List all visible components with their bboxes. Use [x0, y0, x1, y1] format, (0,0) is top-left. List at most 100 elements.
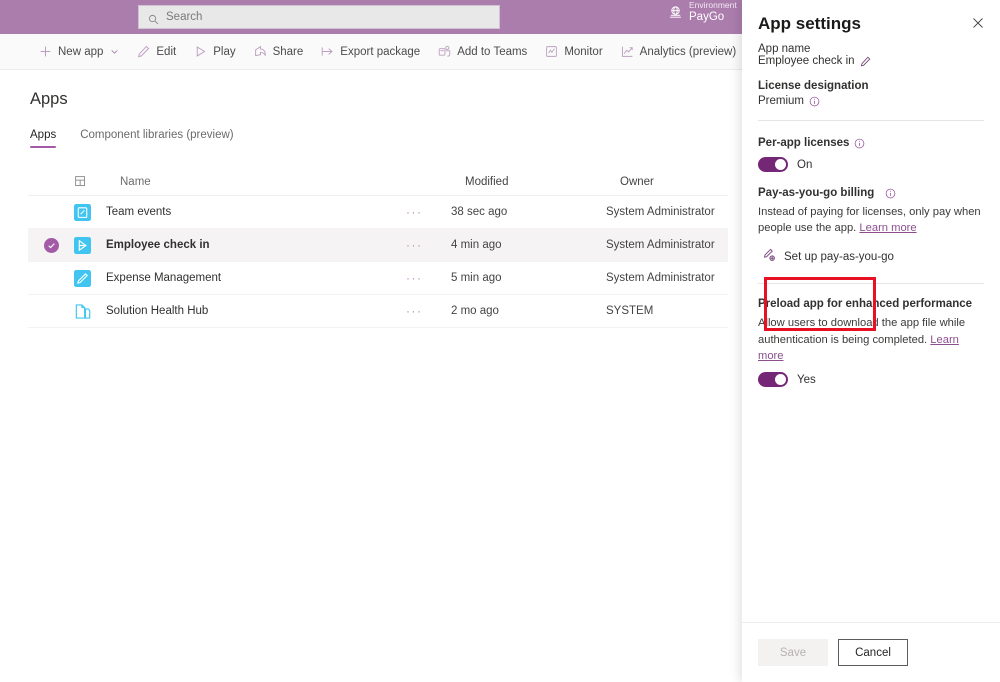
row-app-name[interactable]: Team events — [106, 206, 406, 218]
app-root: Search Environment PayGo New app — [0, 0, 1000, 682]
environment-name: PayGo — [689, 11, 737, 24]
info-icon[interactable] — [854, 138, 865, 149]
play-label: Play — [213, 46, 235, 58]
check-icon — [44, 238, 59, 253]
save-button[interactable]: Save — [758, 639, 828, 666]
edit-button[interactable]: Edit — [128, 34, 185, 70]
toggle-knob — [775, 374, 786, 385]
analytics-icon — [621, 45, 634, 58]
panel-title: App settings — [758, 14, 984, 34]
row-modified: 38 sec ago — [451, 206, 606, 218]
row-app-name[interactable]: Solution Health Hub — [106, 305, 406, 317]
table-row[interactable]: Expense Management ··· 5 min ago System … — [28, 262, 728, 295]
setup-pay-as-you-go-link[interactable]: Set up pay-as-you-go — [758, 248, 984, 265]
payg-label-row: Pay-as-you-go billing — [758, 187, 984, 199]
column-header-modified[interactable]: Modified — [465, 176, 620, 188]
setup-pay-as-you-go-label: Set up pay-as-you-go — [784, 251, 894, 263]
table-row[interactable]: Team events ··· 38 sec ago System Admini… — [28, 196, 728, 229]
app-icon-page — [74, 303, 106, 320]
preload-section: Preload app for enhanced performance All… — [758, 298, 984, 387]
preload-description-block: Allow users to download the app file whi… — [758, 315, 984, 364]
license-designation-value: Premium — [758, 95, 804, 107]
per-app-licenses-label-row: Per-app licenses — [758, 137, 984, 149]
row-more-actions[interactable]: ··· — [406, 238, 451, 252]
add-to-teams-button[interactable]: Add to Teams — [429, 34, 536, 70]
export-package-button[interactable]: Export package — [312, 34, 429, 70]
tab-component-libraries[interactable]: Component libraries (preview) — [80, 129, 233, 148]
export-package-label: Export package — [340, 46, 420, 58]
cancel-button[interactable]: Cancel — [838, 639, 908, 666]
license-designation-label: License designation — [758, 80, 984, 92]
app-name-label: App name — [758, 43, 984, 55]
monitor-icon — [545, 45, 558, 58]
play-icon — [194, 45, 207, 58]
table-row[interactable]: Solution Health Hub ··· 2 mo ago SYSTEM — [28, 295, 728, 328]
payg-label: Pay-as-you-go billing — [758, 187, 874, 199]
app-icon-play — [74, 237, 106, 254]
plus-icon — [39, 45, 52, 58]
row-modified: 5 min ago — [451, 272, 606, 284]
per-app-licenses-toggle-state: On — [797, 159, 812, 171]
export-icon — [321, 45, 334, 58]
row-more-actions[interactable]: ··· — [406, 205, 451, 219]
row-more-actions[interactable]: ··· — [406, 271, 451, 285]
app-name-value: Employee check in — [758, 55, 855, 67]
row-modified: 2 mo ago — [451, 305, 606, 317]
teams-icon — [438, 45, 451, 58]
payg-description-block: Instead of paying for licenses, only pay… — [758, 204, 984, 236]
divider — [758, 120, 984, 121]
toggle-knob — [775, 159, 786, 170]
monitor-label: Monitor — [564, 46, 602, 58]
app-settings-panel: App settings App name Employee check in … — [742, 0, 1000, 682]
table-row[interactable]: Employee check in ··· 4 min ago System A… — [28, 229, 728, 262]
app-icon-canvas — [74, 204, 106, 221]
setup-payg-icon — [762, 248, 776, 265]
preload-toggle-row: Yes — [758, 372, 984, 387]
new-app-label: New app — [58, 46, 103, 58]
per-app-licenses-toggle[interactable] — [758, 157, 788, 172]
panel-body: App name Employee check in License desig… — [742, 43, 1000, 387]
per-app-licenses-label: Per-app licenses — [758, 137, 849, 149]
apps-table: Name Modified Owner Team events ··· 38 s… — [28, 168, 728, 328]
pencil-icon — [137, 45, 150, 58]
environment-icon — [668, 5, 683, 20]
play-button[interactable]: Play — [185, 34, 244, 70]
pencil-icon[interactable] — [860, 56, 871, 67]
info-icon[interactable] — [809, 96, 820, 107]
share-button[interactable]: Share — [245, 34, 313, 70]
environment-selector[interactable]: Environment PayGo — [668, 1, 748, 24]
edit-label: Edit — [156, 46, 176, 58]
add-to-teams-label: Add to Teams — [457, 46, 527, 58]
row-modified: 4 min ago — [451, 239, 606, 251]
environment-label: Environment — [689, 1, 737, 11]
column-header-name[interactable]: Name — [120, 176, 420, 188]
info-icon[interactable] — [885, 188, 896, 199]
search-placeholder: Search — [166, 11, 202, 23]
analytics-button[interactable]: Analytics (preview) — [612, 34, 746, 70]
tab-apps[interactable]: Apps — [30, 129, 56, 148]
license-designation-row: Premium — [758, 95, 984, 107]
preload-toggle[interactable] — [758, 372, 788, 387]
search-input[interactable]: Search — [138, 5, 500, 29]
pay-as-you-go-section: Pay-as-you-go billing Instead of paying … — [758, 187, 984, 265]
row-app-name[interactable]: Employee check in — [106, 239, 406, 251]
payg-learn-more-link[interactable]: Learn more — [859, 222, 916, 234]
row-app-name[interactable]: Expense Management — [106, 272, 406, 284]
monitor-button[interactable]: Monitor — [536, 34, 611, 70]
table-header-row: Name Modified Owner — [28, 168, 728, 196]
page-tabs: Apps Component libraries (preview) — [30, 129, 234, 148]
row-more-actions[interactable]: ··· — [406, 304, 451, 318]
per-app-licenses-section: Per-app licenses On — [758, 137, 984, 172]
grid-icon[interactable] — [74, 175, 120, 188]
share-icon — [254, 45, 267, 58]
analytics-label: Analytics (preview) — [640, 46, 737, 58]
share-label: Share — [273, 46, 304, 58]
panel-header: App settings — [742, 0, 1000, 34]
environment-text: Environment PayGo — [689, 1, 737, 24]
search-icon — [148, 12, 159, 23]
preload-label: Preload app for enhanced performance — [758, 298, 984, 310]
panel-footer: Save Cancel — [742, 622, 1000, 682]
new-app-button[interactable]: New app — [30, 34, 128, 70]
row-select-checkbox[interactable] — [28, 238, 74, 253]
close-icon[interactable] — [968, 13, 988, 33]
